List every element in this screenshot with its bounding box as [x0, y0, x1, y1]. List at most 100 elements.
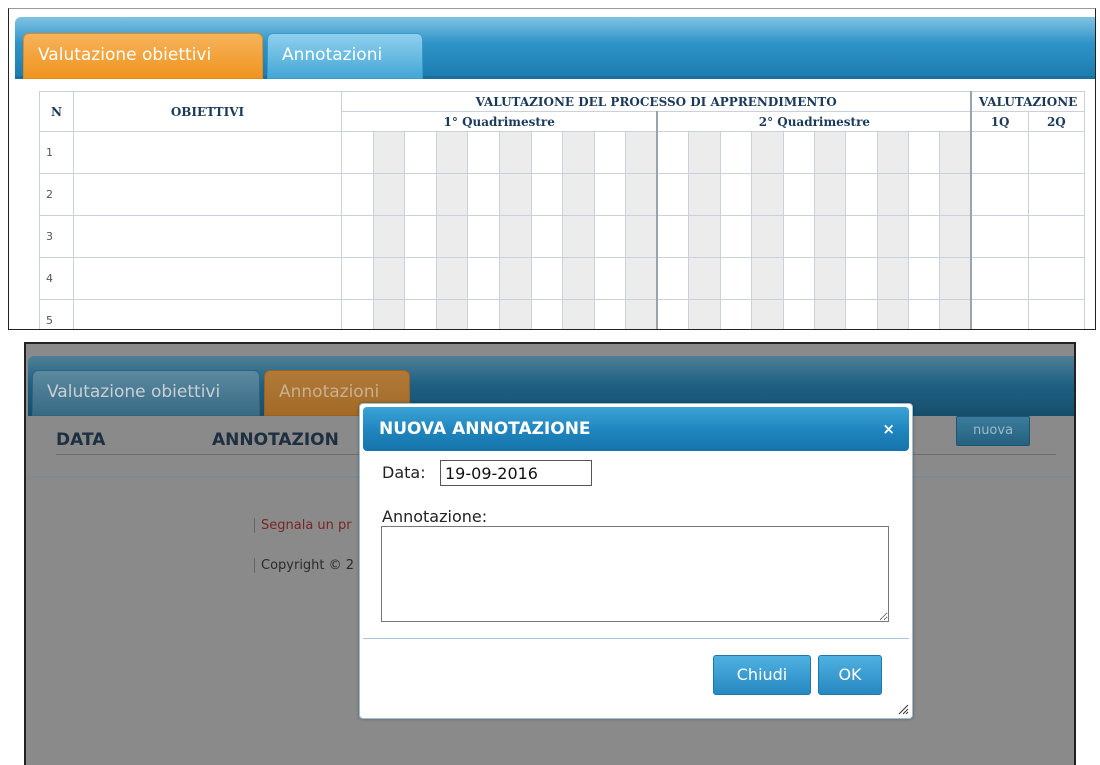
resize-grip-icon[interactable] — [897, 703, 909, 715]
evaluation-cell[interactable] — [341, 215, 374, 258]
evaluation-cell[interactable] — [593, 299, 627, 329]
evaluation-cell[interactable] — [908, 299, 941, 329]
evaluation-cell[interactable] — [467, 131, 500, 174]
evaluation-cell[interactable] — [656, 131, 690, 174]
evaluation-cell[interactable] — [688, 173, 721, 216]
evaluation-cell[interactable] — [719, 299, 753, 329]
grade-1q-cell[interactable] — [970, 131, 1029, 174]
evaluation-cell[interactable] — [751, 257, 784, 300]
objective-cell[interactable] — [73, 173, 342, 216]
evaluation-cell[interactable] — [656, 299, 690, 329]
objective-cell[interactable] — [73, 257, 342, 300]
evaluation-cell[interactable] — [845, 257, 878, 300]
evaluation-cell[interactable] — [498, 257, 532, 300]
evaluation-cell[interactable] — [467, 257, 500, 300]
evaluation-cell[interactable] — [719, 257, 753, 300]
evaluation-cell[interactable] — [813, 299, 847, 329]
evaluation-cell[interactable] — [625, 299, 659, 329]
evaluation-cell[interactable] — [939, 131, 973, 174]
evaluation-cell[interactable] — [593, 131, 627, 174]
evaluation-cell[interactable] — [593, 215, 627, 258]
evaluation-cell[interactable] — [719, 215, 753, 258]
evaluation-cell[interactable] — [845, 131, 878, 174]
evaluation-cell[interactable] — [530, 299, 564, 329]
evaluation-cell[interactable] — [939, 173, 973, 216]
evaluation-cell[interactable] — [593, 257, 627, 300]
evaluation-cell[interactable] — [782, 173, 815, 216]
evaluation-cell[interactable] — [562, 215, 595, 258]
evaluation-cell[interactable] — [530, 131, 564, 174]
evaluation-cell[interactable] — [719, 131, 753, 174]
evaluation-cell[interactable] — [467, 215, 500, 258]
evaluation-cell[interactable] — [813, 173, 847, 216]
tab-annotazioni[interactable]: Annotazioni — [267, 33, 423, 79]
evaluation-cell[interactable] — [530, 215, 564, 258]
evaluation-cell[interactable] — [625, 215, 659, 258]
evaluation-cell[interactable] — [372, 299, 406, 329]
evaluation-cell[interactable] — [404, 173, 437, 216]
evaluation-cell[interactable] — [372, 257, 406, 300]
evaluation-cell[interactable] — [688, 215, 721, 258]
evaluation-cell[interactable] — [908, 257, 941, 300]
evaluation-cell[interactable] — [435, 215, 469, 258]
evaluation-cell[interactable] — [562, 299, 595, 329]
evaluation-cell[interactable] — [782, 215, 815, 258]
evaluation-cell[interactable] — [782, 131, 815, 174]
objective-cell[interactable] — [73, 131, 342, 174]
evaluation-cell[interactable] — [876, 131, 910, 174]
evaluation-cell[interactable] — [845, 299, 878, 329]
tab-valutazione-obiettivi-dimmed[interactable]: Valutazione obiettivi — [32, 370, 260, 416]
evaluation-cell[interactable] — [562, 257, 595, 300]
tab-valutazione-obiettivi[interactable]: Valutazione obiettivi — [23, 33, 263, 79]
evaluation-cell[interactable] — [908, 131, 941, 174]
grade-2q-cell[interactable] — [1027, 173, 1085, 216]
evaluation-cell[interactable] — [341, 131, 374, 174]
evaluation-cell[interactable] — [498, 173, 532, 216]
ok-button[interactable]: OK — [818, 655, 882, 695]
dialog-titlebar[interactable]: NUOVA ANNOTAZIONE × — [363, 407, 909, 451]
evaluation-cell[interactable] — [530, 257, 564, 300]
evaluation-cell[interactable] — [341, 173, 374, 216]
evaluation-cell[interactable] — [498, 299, 532, 329]
evaluation-cell[interactable] — [876, 299, 910, 329]
grade-2q-cell[interactable] — [1027, 299, 1085, 329]
evaluation-cell[interactable] — [751, 173, 784, 216]
evaluation-cell[interactable] — [435, 257, 469, 300]
evaluation-cell[interactable] — [562, 131, 595, 174]
grade-2q-cell[interactable] — [1027, 257, 1085, 300]
evaluation-cell[interactable] — [372, 215, 406, 258]
evaluation-cell[interactable] — [782, 257, 815, 300]
grade-1q-cell[interactable] — [970, 257, 1029, 300]
objective-cell[interactable] — [73, 299, 342, 329]
data-field[interactable] — [440, 460, 592, 486]
evaluation-cell[interactable] — [813, 257, 847, 300]
evaluation-cell[interactable] — [625, 257, 659, 300]
evaluation-cell[interactable] — [435, 173, 469, 216]
evaluation-cell[interactable] — [656, 257, 690, 300]
evaluation-cell[interactable] — [813, 131, 847, 174]
evaluation-cell[interactable] — [562, 173, 595, 216]
evaluation-cell[interactable] — [876, 215, 910, 258]
evaluation-cell[interactable] — [845, 173, 878, 216]
evaluation-cell[interactable] — [341, 299, 374, 329]
evaluation-cell[interactable] — [467, 173, 500, 216]
evaluation-cell[interactable] — [498, 131, 532, 174]
grade-2q-cell[interactable] — [1027, 215, 1085, 258]
evaluation-cell[interactable] — [939, 215, 973, 258]
evaluation-cell[interactable] — [876, 173, 910, 216]
evaluation-cell[interactable] — [625, 173, 659, 216]
evaluation-cell[interactable] — [939, 257, 973, 300]
close-icon[interactable]: × — [882, 407, 895, 451]
objective-cell[interactable] — [73, 215, 342, 258]
evaluation-cell[interactable] — [467, 299, 500, 329]
evaluation-cell[interactable] — [530, 173, 564, 216]
evaluation-cell[interactable] — [498, 215, 532, 258]
evaluation-cell[interactable] — [656, 173, 690, 216]
evaluation-cell[interactable] — [782, 299, 815, 329]
evaluation-cell[interactable] — [908, 173, 941, 216]
grade-1q-cell[interactable] — [970, 173, 1029, 216]
grade-1q-cell[interactable] — [970, 215, 1029, 258]
evaluation-cell[interactable] — [719, 173, 753, 216]
segnala-link[interactable]: Segnala un pr — [254, 518, 352, 533]
evaluation-cell[interactable] — [751, 299, 784, 329]
